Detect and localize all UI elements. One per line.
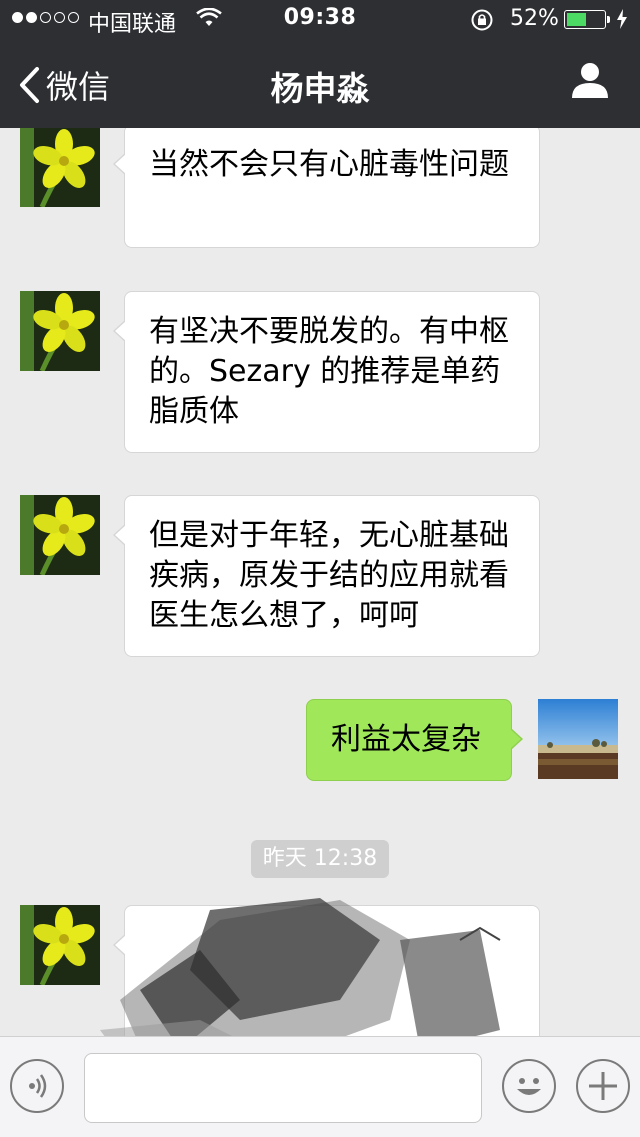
top-bar: 中国联通 09:38 52% 微信 杨申淼 [0,0,640,128]
landscape-avatar-image [538,699,618,779]
message-text: 但是对于年轻，无心脏基础疾病，原发于结的应用就看医生怎么想了，呵呵 [149,518,509,633]
message-bubble[interactable]: 有坚决不要脱发的。有中枢的。Sezary 的推荐是单药脂质体 [113,291,540,453]
nav-bar: 微信 杨申淼 [0,40,640,128]
contact-avatar[interactable] [20,128,100,207]
emoji-button[interactable] [502,1059,556,1113]
input-bar [0,1036,640,1137]
status-bar: 中国联通 09:38 52% [0,0,640,40]
contact-avatar[interactable] [20,291,100,371]
voice-button[interactable] [10,1059,64,1113]
contact-avatar[interactable] [20,495,100,575]
battery-nub [607,16,610,23]
message-text: 当然不会只有心脏毒性问题 [149,147,509,182]
message-text: 有坚决不要脱发的。有中枢的。Sezary 的推荐是单药脂质体 [149,314,509,429]
chat-title: 杨申淼 [270,69,370,108]
my-avatar[interactable] [538,699,618,779]
battery-icon [564,10,610,29]
timestamp-label: 昨天 12:38 [251,840,389,878]
battery-fill [567,13,586,26]
emoji-icon [517,1078,541,1095]
message-text: 利益太复杂 [331,722,481,757]
flower-avatar-image [20,495,100,575]
battery-percent: 52% [510,6,559,31]
flower-avatar-image [20,128,100,207]
my-message-bubble[interactable]: 利益太复杂 [306,699,523,781]
voice-icon [29,1074,47,1098]
message-bubble[interactable]: 但是对于年轻，无心脏基础疾病，原发于结的应用就看医生怎么想了，呵呵 [113,495,540,657]
plus-icon [589,1072,617,1100]
lock-rotation-icon [471,9,493,31]
profile-icon[interactable] [570,60,610,100]
charge-icon [617,9,627,29]
more-button[interactable] [576,1059,630,1113]
message-input[interactable] [84,1053,482,1123]
message-bubble[interactable]: 当然不会只有心脏毒性问题 [113,128,540,248]
flower-avatar-image [20,291,100,371]
